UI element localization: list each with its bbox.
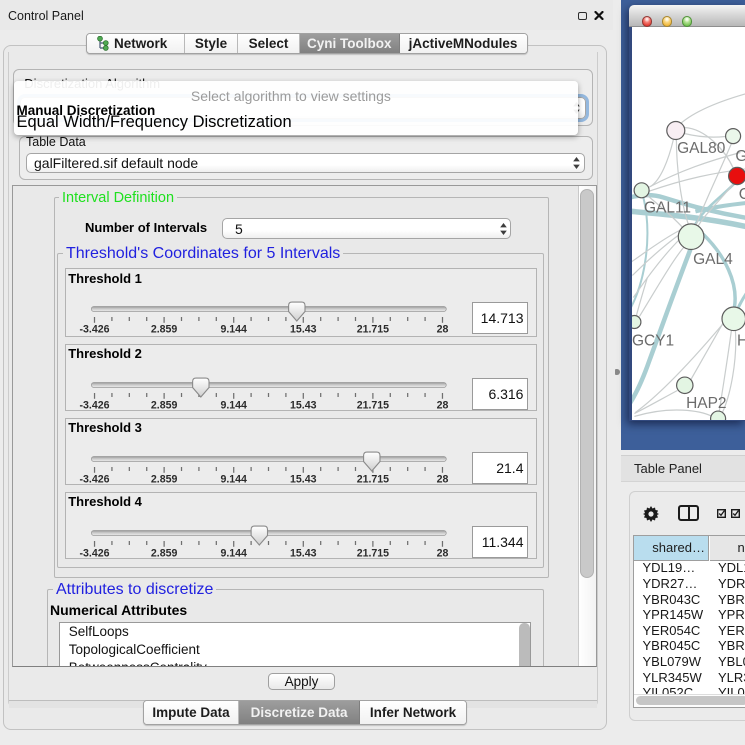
svg-text:2.859: 2.859 [151, 473, 178, 485]
svg-text:21.715: 21.715 [356, 547, 388, 559]
svg-text:2.859: 2.859 [151, 399, 178, 411]
svg-text:28: 28 [436, 473, 448, 485]
svg-text:C: C [738, 186, 745, 203]
svg-text:9.144: 9.144 [220, 473, 247, 485]
svg-text:15.43: 15.43 [290, 547, 317, 559]
svg-text:GCY1: GCY1 [632, 332, 674, 349]
svg-text:21.715: 21.715 [356, 473, 388, 485]
svg-text:-3.426: -3.426 [79, 473, 109, 485]
svg-text:21.715: 21.715 [356, 324, 388, 336]
svg-text:9.144: 9.144 [220, 399, 247, 411]
svg-text:28: 28 [436, 399, 448, 411]
svg-text:9.144: 9.144 [220, 547, 247, 559]
svg-text:21.715: 21.715 [356, 399, 388, 411]
svg-text:9.144: 9.144 [220, 324, 247, 336]
svg-text:GA: GA [735, 147, 745, 164]
svg-text:15.43: 15.43 [290, 324, 317, 336]
svg-text:GAL80: GAL80 [677, 139, 725, 156]
svg-text:-3.426: -3.426 [79, 547, 109, 559]
svg-text:15.43: 15.43 [290, 399, 317, 411]
svg-text:-3.426: -3.426 [79, 324, 109, 336]
svg-text:15.43: 15.43 [290, 473, 317, 485]
svg-text:GAL11: GAL11 [644, 199, 691, 216]
svg-text:2.859: 2.859 [151, 324, 178, 336]
svg-text:HAP2: HAP2 [686, 394, 726, 411]
svg-text:28: 28 [436, 547, 448, 559]
svg-text:2.859: 2.859 [151, 547, 178, 559]
svg-text:H: H [737, 332, 745, 349]
svg-text:28: 28 [436, 324, 448, 336]
svg-text:GAL4: GAL4 [693, 250, 733, 267]
svg-text:-3.426: -3.426 [79, 399, 109, 411]
